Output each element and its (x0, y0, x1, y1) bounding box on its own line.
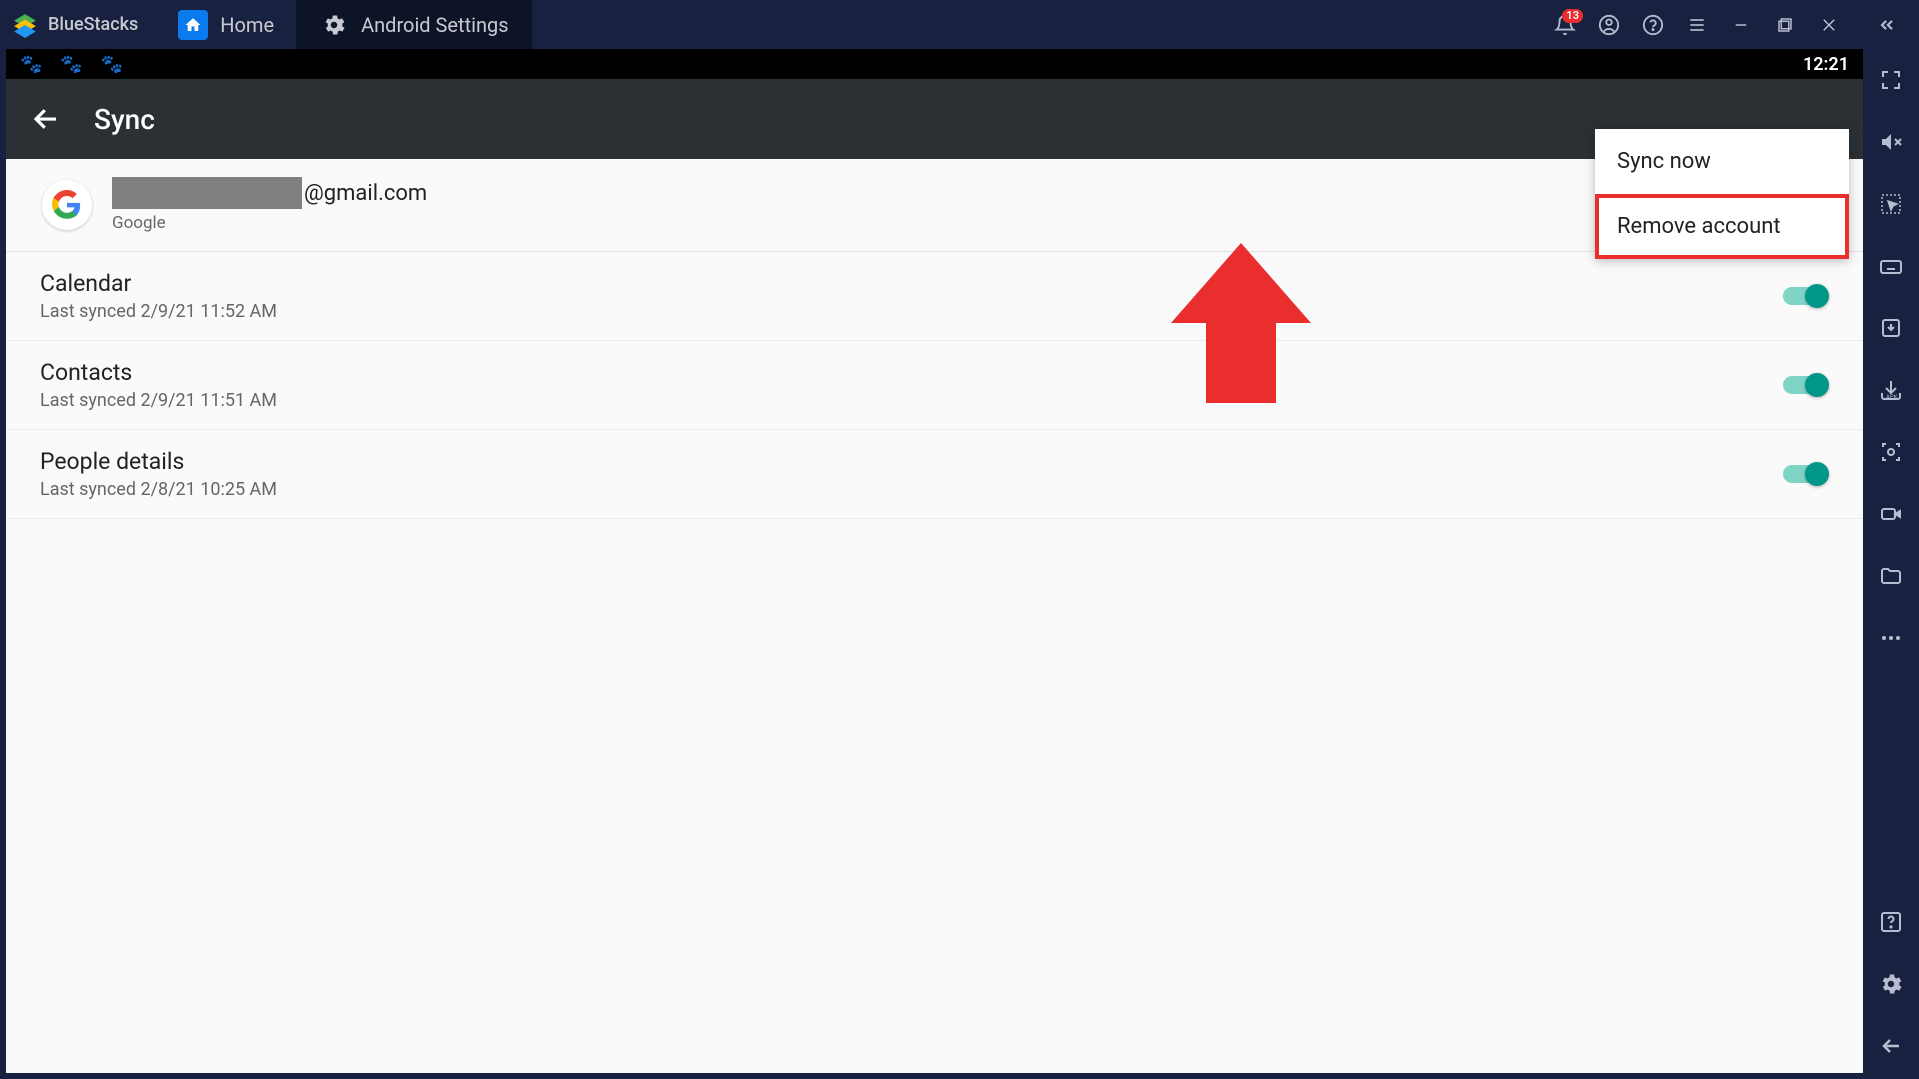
content: @gmail.com Google Calendar Last synced 2… (6, 159, 1863, 1073)
menu-remove-account[interactable]: Remove account (1595, 194, 1849, 259)
svg-text:APK: APK (1886, 394, 1898, 401)
redacted-email-prefix (112, 177, 302, 209)
folder-icon[interactable] (1878, 563, 1904, 589)
sync-item-name: Calendar (40, 270, 277, 297)
statusbar-notification-icons: 🐾 🐾 🐾 (20, 54, 123, 75)
hamburger-menu-icon[interactable] (1685, 13, 1709, 37)
brand-block: BlueStacks (0, 0, 152, 49)
close-button[interactable] (1817, 13, 1841, 37)
collapse-sidebar-icon[interactable] (1875, 13, 1899, 37)
account-provider: Google (112, 213, 427, 233)
more-icon[interactable] (1878, 625, 1904, 651)
help-square-icon[interactable] (1878, 909, 1904, 935)
appbar: Sync (6, 79, 1863, 159)
maximize-button[interactable] (1773, 13, 1797, 37)
sync-item-contacts[interactable]: Contacts Last synced 2/9/21 11:51 AM (6, 341, 1863, 430)
account-icon[interactable] (1597, 13, 1621, 37)
tab-home-label: Home (220, 13, 274, 37)
sync-item-people-details[interactable]: People details Last synced 2/8/21 10:25 … (6, 430, 1863, 519)
notification-badge: 13 (1562, 9, 1583, 23)
toggle-calendar[interactable] (1783, 284, 1829, 308)
sync-item-name: People details (40, 448, 277, 475)
apk-icon[interactable]: APK (1878, 377, 1904, 403)
settings-gear-icon[interactable] (1878, 971, 1904, 997)
back-button[interactable] (26, 99, 66, 139)
toggle-contacts[interactable] (1783, 373, 1829, 397)
sync-item-subtitle: Last synced 2/9/21 11:51 AM (40, 390, 277, 411)
titlebar: BlueStacks Home Android Settings 13 (0, 0, 1919, 49)
fullscreen-icon[interactable] (1878, 67, 1904, 93)
gear-icon (319, 10, 349, 40)
tabs: Home Android Settings (156, 0, 1533, 49)
android-statusbar: 🐾 🐾 🐾 12:21 (6, 49, 1863, 79)
paw-icon: 🐾 (20, 54, 42, 75)
sync-item-calendar[interactable]: Calendar Last synced 2/9/21 11:52 AM (6, 252, 1863, 341)
back-tool-icon[interactable] (1878, 1033, 1904, 1059)
google-avatar-icon (42, 180, 92, 230)
page-title: Sync (94, 103, 155, 136)
tab-settings-label: Android Settings (361, 13, 509, 37)
tab-android-settings[interactable]: Android Settings (297, 0, 532, 49)
menu-sync-now[interactable]: Sync now (1595, 129, 1849, 194)
email-suffix: @gmail.com (304, 181, 427, 206)
notification-bell-icon[interactable]: 13 (1553, 13, 1577, 37)
side-toolbar: APK (1863, 49, 1919, 1079)
brand-label: BlueStacks (48, 14, 138, 35)
toggle-people-details[interactable] (1783, 462, 1829, 486)
minimize-button[interactable] (1729, 13, 1753, 37)
account-info: @gmail.com Google (112, 177, 427, 233)
sync-item-name: Contacts (40, 359, 277, 386)
clock: 12:21 (1803, 54, 1849, 75)
overflow-menu: Sync now Remove account (1595, 129, 1849, 259)
record-icon[interactable] (1878, 501, 1904, 527)
android-viewport: 🐾 🐾 🐾 12:21 Sync @gmail.com Google (6, 49, 1863, 1073)
home-icon (178, 10, 208, 40)
cursor-icon[interactable] (1878, 191, 1904, 217)
volume-mute-icon[interactable] (1878, 129, 1904, 155)
window-controls: 13 (1533, 13, 1919, 37)
sync-item-subtitle: Last synced 2/9/21 11:52 AM (40, 301, 277, 322)
account-email: @gmail.com (112, 177, 427, 209)
help-icon[interactable] (1641, 13, 1665, 37)
account-row[interactable]: @gmail.com Google (6, 159, 1863, 252)
keyboard-icon[interactable] (1878, 253, 1904, 279)
sync-item-subtitle: Last synced 2/8/21 10:25 AM (40, 479, 277, 500)
bluestacks-logo-icon (12, 12, 38, 38)
paw-icon: 🐾 (101, 54, 123, 75)
paw-icon: 🐾 (60, 54, 82, 75)
tab-home[interactable]: Home (156, 0, 297, 49)
screenshot-icon[interactable] (1878, 439, 1904, 465)
install-apk-icon[interactable] (1878, 315, 1904, 341)
